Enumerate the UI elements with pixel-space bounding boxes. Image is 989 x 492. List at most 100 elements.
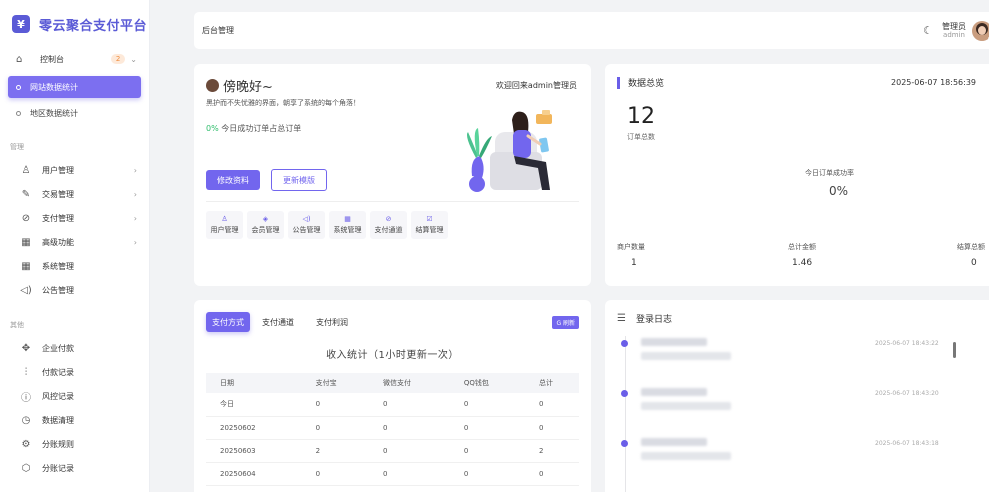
quick-link-label: 支付通道	[374, 226, 403, 234]
sidebar-item-other-3[interactable]: ◷ 数据清理	[0, 408, 149, 432]
table-cell: 今日	[206, 393, 302, 417]
table-header-cell: 日期	[206, 373, 302, 393]
table-cell: 0	[449, 393, 526, 417]
quick-link-label: 用户管理	[210, 226, 239, 234]
table-row: 20250603 2 0 0 2	[206, 439, 579, 463]
sidebar-item-other-2[interactable]: ⓘ 风控记录	[0, 384, 149, 408]
table-cell: 0	[301, 393, 369, 417]
sidebar-item-label: 分账记录	[42, 463, 74, 473]
sidebar-item-label: 交易管理	[42, 189, 74, 199]
card-title: 登录日志	[635, 315, 672, 325]
chevron-right-icon: ›	[133, 237, 137, 247]
home-icon: ⌂	[16, 53, 23, 65]
sidebar-item-other-1[interactable]: ⫶ 付款记录	[0, 360, 149, 384]
quick-link-2[interactable]: ◁) 公告管理	[288, 211, 325, 239]
edit-profile-button[interactable]: 修改资料	[206, 170, 260, 190]
greeting-text: 傍晚好~	[223, 80, 273, 95]
sidebar-item-label: 用户管理	[42, 165, 74, 175]
table-cell: 20250603	[206, 439, 302, 463]
success-rate-value: 0%	[829, 184, 849, 198]
sidebar-item-label: 系统管理	[42, 261, 74, 271]
welcome-back-text: 欢迎回来admin管理员	[495, 81, 577, 90]
sidebar: ¥ 零云聚合支付平台 ⌂ 控制台 2 ⌄ 网站数据统计 地区数据统计 管理 ♙ 用…	[0, 0, 150, 492]
redacted-text	[641, 402, 731, 410]
chevron-right-icon: ›	[133, 213, 137, 223]
sidebar-item-manage-5[interactable]: ◁) 公告管理	[0, 278, 149, 302]
table-cell: 0	[369, 393, 450, 417]
tab-payment-profit[interactable]: 支付利润	[316, 317, 348, 328]
admin-name: 管理员	[942, 21, 966, 31]
quick-link-label: 系统管理	[333, 226, 362, 234]
sidebar-item-dashboard[interactable]: ⌂ 控制台 2 ⌄	[0, 48, 149, 70]
welcome-card: 傍晚好~ 黑护而不失忧雅的界面，朝享了系统的每个角落！ 欢迎回来admin管理员…	[194, 64, 591, 286]
table-cell: 2	[301, 439, 369, 463]
quick-link-4[interactable]: ⊘ 支付通道	[370, 211, 407, 239]
quick-links: ♙ 用户管理 ◈ 会员管理 ◁) 公告管理 ▦ 系统管理 ⊘ 支付通道 ☑ 结算管理	[206, 211, 452, 239]
settlement-total-label: 结算总额	[957, 243, 985, 251]
grid-icon: ▦	[21, 260, 31, 272]
table-row: 20250602 0 0 0 0	[206, 416, 579, 440]
cluster-icon: ✥	[21, 342, 31, 354]
info-icon: ⓘ	[21, 392, 31, 404]
sidebar-item-manage-0[interactable]: ♙ 用户管理 ›	[0, 158, 149, 182]
table-cell: 0	[525, 462, 579, 486]
quick-link-3[interactable]: ▦ 系统管理	[329, 211, 366, 239]
sidebar-item-other-5[interactable]: ⬡ 分账记录	[0, 456, 149, 480]
update-template-button[interactable]: 更新模版	[271, 169, 327, 191]
sidebar-item-label: 支付管理	[42, 213, 74, 223]
timeline-dot-icon	[621, 440, 628, 447]
sidebar-item-manage-1[interactable]: ✎ 交易管理 ›	[0, 182, 149, 206]
current-time: 2025-06-07 18:56:39	[891, 78, 976, 87]
redacted-text	[641, 338, 707, 346]
redacted-text	[641, 438, 707, 446]
sidebar-item-label: 付款记录	[42, 367, 74, 377]
clock-icon: ◷	[21, 414, 31, 426]
merchant-count-value: 1	[631, 258, 637, 268]
grid-icon: ▦	[21, 236, 31, 248]
top-header: 后台管理 ☾ 管理员 admin	[194, 12, 989, 49]
sidebar-item-label: 控制台	[40, 54, 64, 64]
quick-link-0[interactable]: ♙ 用户管理	[206, 211, 243, 239]
income-table-title: 收入统计（1小时更新一次）	[326, 350, 459, 361]
app-title: 零云聚合支付平台	[39, 18, 148, 34]
table-cell: 0	[449, 439, 526, 463]
sidebar-item-manage-4[interactable]: ▦ 系统管理	[0, 254, 149, 278]
success-rate-value: 0%	[206, 124, 219, 133]
sidebar-item-manage-3[interactable]: ▦ 高级功能 ›	[0, 230, 149, 254]
total-amount-label: 总计金额	[788, 243, 816, 251]
card-title: 数据总览	[628, 79, 665, 89]
table-cell: 0	[369, 462, 450, 486]
table-cell: 0	[301, 462, 369, 486]
sidebar-item-other-4[interactable]: ⚙ 分账规则	[0, 432, 149, 456]
sidebar-item-site-stats[interactable]: 网站数据统计	[8, 76, 141, 98]
admin-username: admin	[943, 30, 965, 39]
timeline-line	[625, 336, 626, 492]
sidebar-item-region-stats[interactable]: 地区数据统计	[8, 102, 141, 124]
sidebar-item-manage-2[interactable]: ⊘ 支付管理 ›	[0, 206, 149, 230]
table-header-cell: 总计	[525, 373, 579, 393]
sidebar-item-label: 地区数据统计	[30, 108, 78, 118]
quick-link-1[interactable]: ◈ 会员管理	[247, 211, 284, 239]
log-time: 2025-06-07 18:43:20	[875, 390, 939, 397]
sidebar-item-other-0[interactable]: ✥ 企业付款	[0, 336, 149, 360]
dark-mode-icon[interactable]: ☾	[923, 24, 933, 37]
refresh-button[interactable]: G 刷新	[552, 315, 579, 329]
table-row: 20250604 0 0 0 0	[206, 462, 579, 486]
circle-icon	[16, 84, 21, 90]
redacted-text	[641, 352, 731, 360]
table-header-cell: 微信支付	[369, 373, 450, 393]
admin-info[interactable]: 管理员 admin	[942, 22, 966, 40]
scrollbar[interactable]	[953, 342, 956, 358]
breadcrumb: 后台管理	[202, 26, 234, 35]
settings-icon: ⚙	[21, 438, 31, 450]
logo[interactable]: ¥ 零云聚合支付平台	[0, 0, 149, 48]
sidebar-item-label: 数据清理	[42, 415, 74, 425]
section-label-manage: 管理	[10, 143, 24, 151]
reading-woman-illustration	[467, 110, 552, 192]
wallet-icon: ¥	[12, 15, 30, 33]
tab-payment-channel[interactable]: 支付通道	[262, 317, 294, 328]
table-cell: 0	[449, 462, 526, 486]
tab-payment-method[interactable]: 支付方式	[206, 312, 250, 332]
quick-link-5[interactable]: ☑ 结算管理	[411, 211, 448, 239]
avatar[interactable]	[972, 20, 989, 41]
